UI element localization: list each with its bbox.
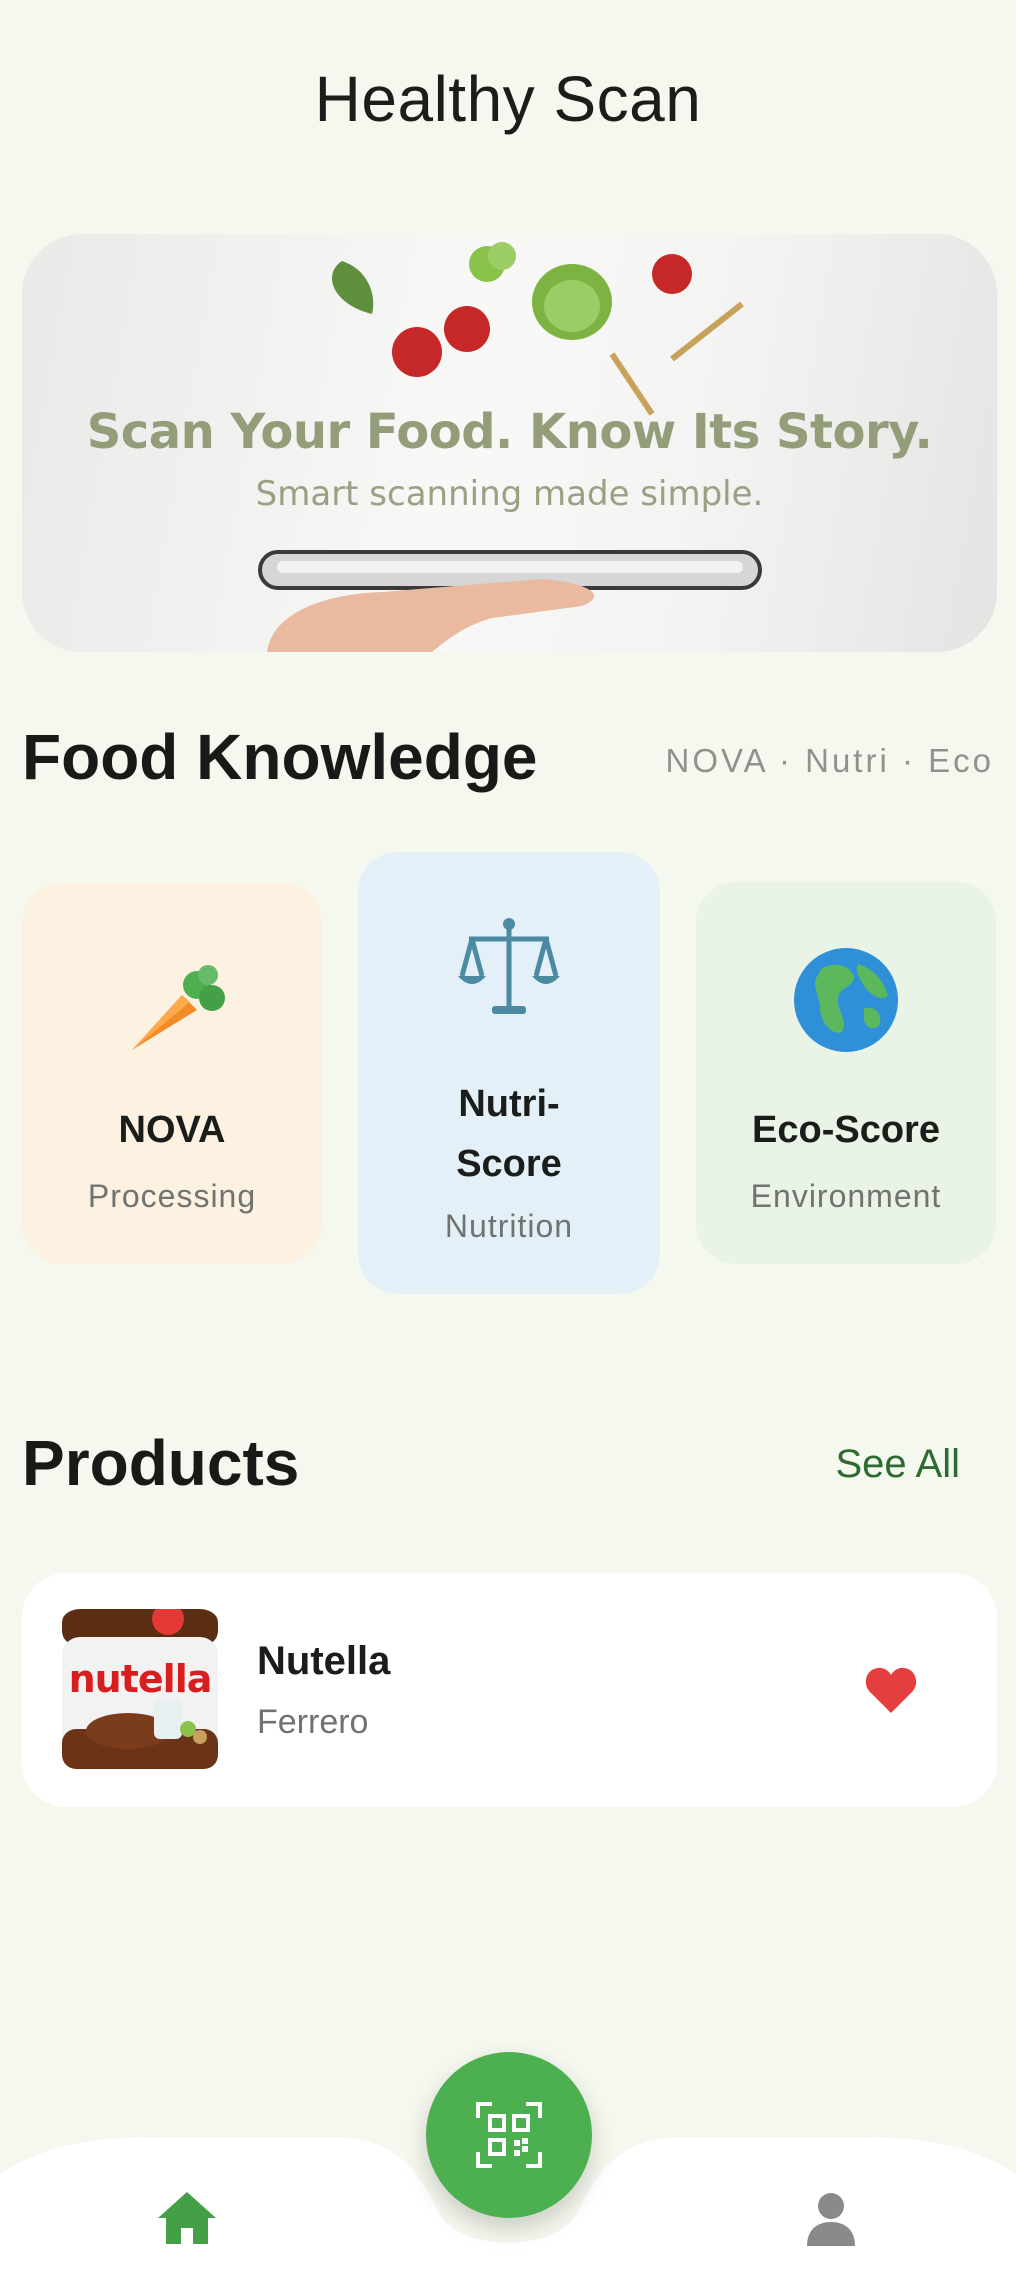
card-subtitle: Processing: [87, 1178, 257, 1214]
product-image: nutella: [58, 1609, 222, 1773]
card-subtitle: Nutrition: [444, 1208, 574, 1244]
heart-icon[interactable]: [864, 1665, 918, 1715]
banner-subtitle: Smart scanning made simple.: [255, 474, 764, 514]
see-all-link[interactable]: See All: [835, 1442, 960, 1487]
card-title-line1: Nutri-: [458, 1083, 560, 1125]
section-title-products: Products: [22, 1427, 300, 1499]
card-subtitle: Environment: [750, 1178, 942, 1214]
knowledge-hint: NOVA · Nutri · Eco: [665, 742, 994, 779]
page-title: Healthy Scan: [314, 63, 702, 135]
knowledge-card-eco-score[interactable]: Eco-Score Environment: [696, 882, 996, 1264]
section-title-knowledge: Food Knowledge: [22, 721, 538, 793]
product-name: Nutella: [257, 1639, 391, 1683]
qr-scan-icon: [476, 2102, 542, 2168]
card-title: Eco-Score: [752, 1109, 940, 1151]
product-card[interactable]: nutella Nutella Ferrero: [22, 1573, 997, 1807]
carrot-icon: [132, 965, 225, 1050]
profile-icon[interactable]: [805, 2192, 857, 2246]
banner-headline: Scan Your Food. Know Its Story.: [86, 404, 933, 460]
scan-fab-button[interactable]: [426, 2052, 592, 2218]
knowledge-card-nova[interactable]: NOVA Processing: [22, 882, 322, 1264]
scales-icon: [458, 918, 560, 1014]
card-title-line2: Score: [456, 1143, 562, 1185]
hero-banner[interactable]: Scan Your Food. Know Its Story. Smart sc…: [22, 234, 997, 652]
home-icon[interactable]: [156, 2190, 218, 2246]
knowledge-card-nutri-score[interactable]: Nutri- Score Nutrition: [358, 852, 660, 1294]
card-title: NOVA: [118, 1109, 226, 1151]
product-brand: Ferrero: [257, 1703, 369, 1741]
globe-icon: [794, 948, 898, 1052]
